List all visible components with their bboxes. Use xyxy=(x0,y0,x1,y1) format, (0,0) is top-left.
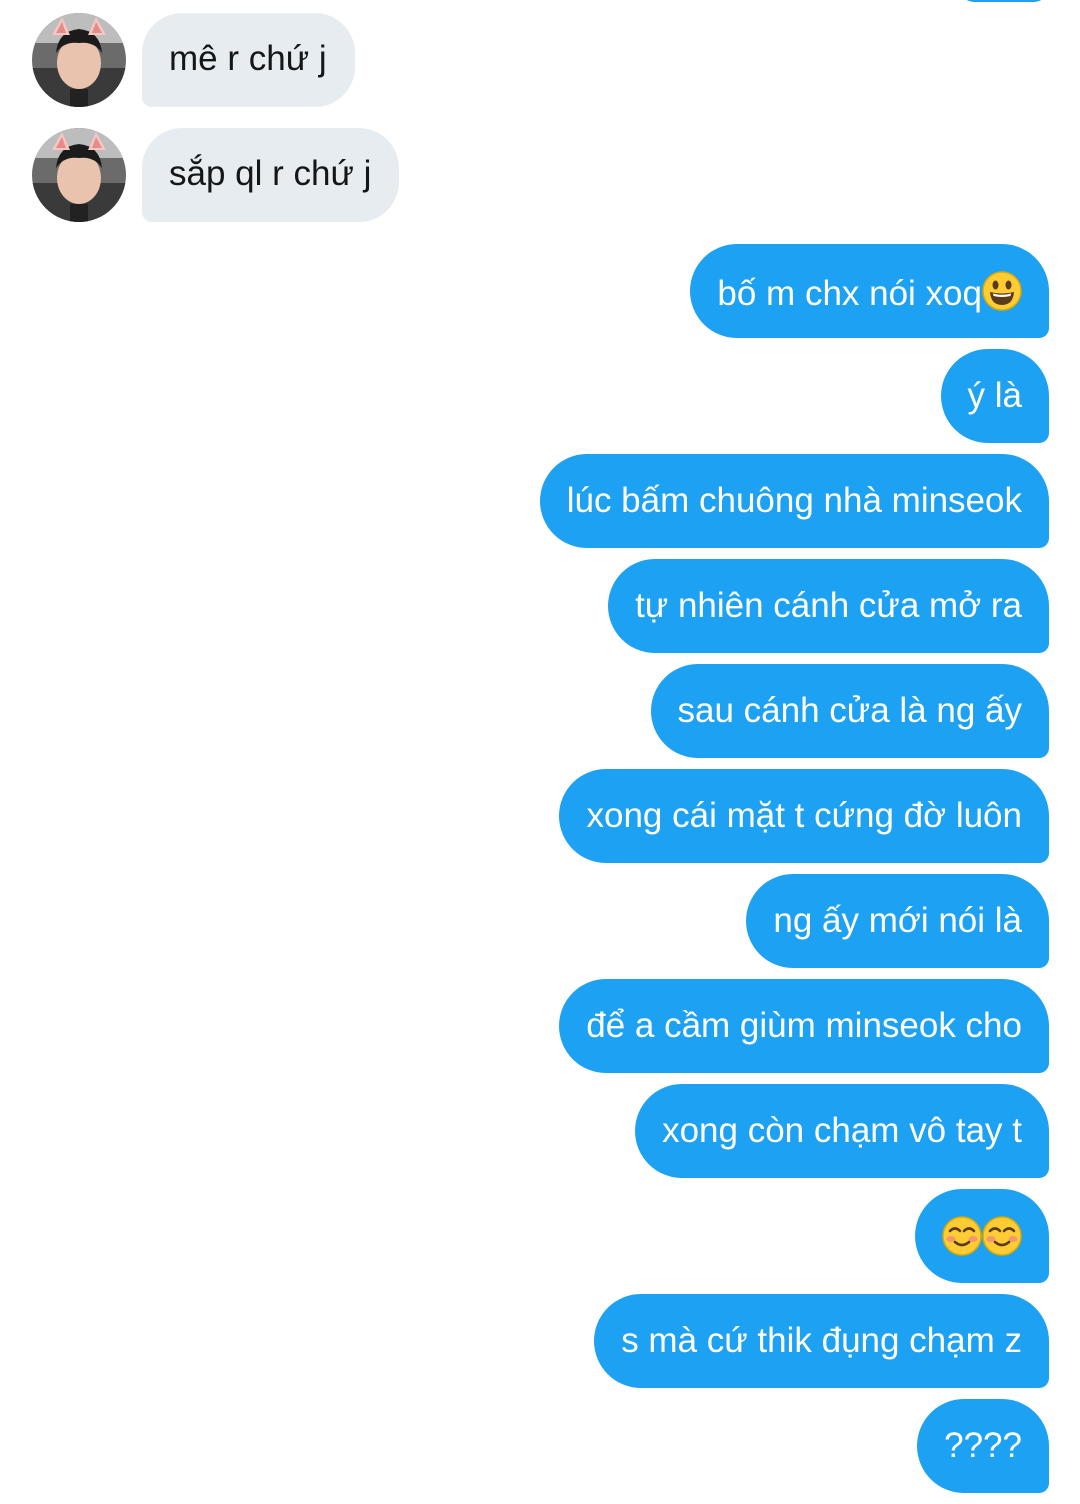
cat-ear-avatar-icon xyxy=(32,13,126,107)
outgoing-message-text: s mà cứ thik đụng chạm z xyxy=(621,1321,1022,1360)
cat-ear-avatar-icon xyxy=(32,128,126,222)
outgoing-message-bubble[interactable]: ???? xyxy=(917,1399,1049,1493)
outgoing-message-bubble[interactable]: xong còn chạm vô tay t xyxy=(635,1084,1049,1178)
smiley-face-icon xyxy=(982,271,1022,311)
avatar[interactable] xyxy=(32,13,126,107)
outgoing-message-bubble[interactable]: s mà cứ thik đụng chạm z xyxy=(594,1294,1049,1388)
outgoing-message-bubble[interactable]: tự nhiên cánh cửa mở ra xyxy=(608,559,1049,653)
outgoing-message-text: tự nhiên cánh cửa mở ra xyxy=(635,586,1022,625)
outgoing-message-bubble[interactable]: bố m chx nói xoq xyxy=(690,244,1049,338)
previous-outgoing-bubble-edge xyxy=(960,0,1048,2)
outgoing-message-text: lúc bấm chuông nhà minseok xyxy=(566,481,1022,520)
outgoing-message-bubble[interactable] xyxy=(915,1189,1049,1283)
outgoing-message-bubble[interactable]: ý là xyxy=(940,349,1049,443)
outgoing-message-text: để a cầm giùm minseok cho xyxy=(586,1006,1022,1045)
outgoing-message-bubble[interactable]: xong cái mặt t cứng đờ luôn xyxy=(559,769,1049,863)
outgoing-message-bubble[interactable]: lúc bấm chuông nhà minseok xyxy=(539,454,1049,548)
outgoing-message-text: ???? xyxy=(944,1426,1022,1465)
outgoing-message-text: bố m chx nói xoq xyxy=(717,274,982,313)
incoming-message-bubble[interactable]: sắp ql r chứ j xyxy=(142,128,400,222)
outgoing-message-text: sau cánh cửa là ng ấy xyxy=(677,691,1022,730)
outgoing-message-text: xong cái mặt t cứng đờ luôn xyxy=(586,796,1022,835)
outgoing-message-text: ng ấy mới nói là xyxy=(773,901,1022,940)
blush-face-icon xyxy=(942,1216,982,1256)
outgoing-message-bubble[interactable]: sau cánh cửa là ng ấy xyxy=(650,664,1049,758)
outgoing-message-text: ý là xyxy=(967,376,1022,415)
incoming-message-row: sắp ql r chứ j xyxy=(32,128,400,222)
outgoing-message-bubble[interactable]: để a cầm giùm minseok cho xyxy=(559,979,1049,1073)
outgoing-message-bubble[interactable]: ng ấy mới nói là xyxy=(746,874,1049,968)
outgoing-message-text: xong còn chạm vô tay t xyxy=(662,1111,1022,1150)
incoming-message-row: mê r chứ j xyxy=(32,13,355,107)
incoming-message-bubble[interactable]: mê r chứ j xyxy=(142,13,355,107)
blush-face-icon xyxy=(982,1216,1022,1256)
avatar[interactable] xyxy=(32,128,126,222)
